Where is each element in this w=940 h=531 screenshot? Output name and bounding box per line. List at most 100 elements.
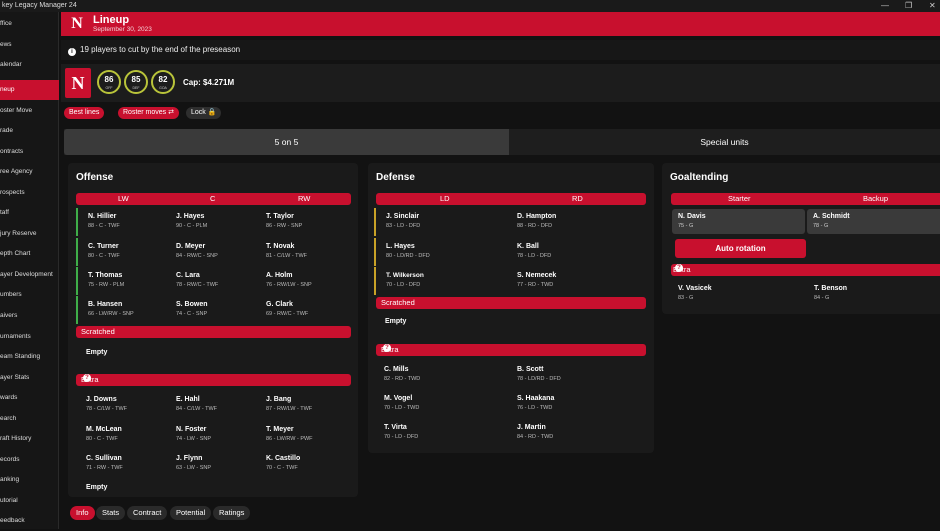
player-card[interactable]: J. Flynn 63 - LW - SNP xyxy=(166,450,256,478)
tab-info[interactable]: Info xyxy=(70,506,95,520)
player-card[interactable]: C. Mills 82 - RD - TWD xyxy=(374,361,507,389)
player-name: S. Nemecek xyxy=(517,272,557,279)
player-card[interactable]: K. Castillo 70 - C - TWF xyxy=(256,450,351,478)
player-card[interactable]: S. Haakana 76 - LD - TWD xyxy=(507,390,646,418)
team-logo-icon: N xyxy=(71,15,83,32)
minimize-button[interactable]: — xyxy=(881,0,889,12)
player-card[interactable]: M. Vogel 70 - LD - TWD xyxy=(374,390,507,418)
help-icon[interactable]: ? xyxy=(675,264,683,272)
close-button[interactable]: ✕ xyxy=(929,0,936,12)
auto-rotation-button[interactable]: Auto rotation xyxy=(675,239,806,258)
sidebar-item-trade[interactable]: rade xyxy=(0,121,59,141)
sidebar-item-office[interactable]: ffice xyxy=(0,14,59,34)
player-card[interactable]: J. Sinclair 83 - LD - DFD xyxy=(374,208,507,236)
player-card[interactable]: N. Hillier 88 - C - TWF xyxy=(76,208,166,236)
player-name: C. Mills xyxy=(384,366,409,373)
goaltending-extra-header: Extra? xyxy=(671,264,940,276)
player-card[interactable]: E. Hahl 84 - C/LW - TWF xyxy=(166,391,256,419)
offense-columns: LW C RW xyxy=(76,193,351,205)
sidebar-item-free-agency[interactable]: ree Agency xyxy=(0,162,59,182)
sidebar-item-team-standing[interactable]: eam Standing xyxy=(0,347,59,367)
cut-notice: i 19 players to cut by the end of the pre… xyxy=(61,40,940,60)
player-card[interactable]: T. Novak 81 - C/LW - TWF xyxy=(256,238,351,266)
sidebar-item-awards[interactable]: wards xyxy=(0,388,59,408)
backup-goalie-card[interactable]: A. Schmidt 78 - G xyxy=(807,209,940,234)
defense-rating-label: DEF xyxy=(132,86,140,90)
help-icon[interactable]: ? xyxy=(83,374,91,382)
help-icon[interactable]: ? xyxy=(383,344,391,352)
sidebar-item-feedback[interactable]: eedback xyxy=(0,511,59,531)
player-details: 86 - LW/RW - PWF xyxy=(266,436,313,442)
starter-goalie-card[interactable]: N. Davis 75 - G xyxy=(672,209,805,234)
sidebar-item-injury-reserve[interactable]: jury Reserve xyxy=(0,224,59,244)
col-rw: RW xyxy=(298,194,311,203)
best-lines-button[interactable]: Best lines xyxy=(64,107,105,119)
sidebar-item-search[interactable]: earch xyxy=(0,409,59,429)
sidebar-item-staff[interactable]: taff xyxy=(0,203,59,223)
cut-notice-text: 19 players to cut by the end of the pres… xyxy=(80,45,241,54)
player-card[interactable]: S. Nemecek 77 - RD - TWD xyxy=(507,267,646,295)
sidebar-item-tournaments[interactable]: urnaments xyxy=(0,327,59,347)
defense-rating-value: 85 xyxy=(131,75,141,84)
player-name: D. Hampton xyxy=(517,213,557,220)
player-card[interactable]: N. Foster 74 - LW - SNP xyxy=(166,421,256,449)
player-card[interactable]: B. Scott 78 - LD/RD - DFD xyxy=(507,361,646,389)
player-card[interactable]: A. Holm 76 - RW/LW - SNP xyxy=(256,267,351,295)
sidebar-item-player-stats[interactable]: ayer Stats xyxy=(0,368,59,388)
sidebar-item-news[interactable]: ews xyxy=(0,35,59,55)
sidebar-item-prospects[interactable]: rospects xyxy=(0,183,59,203)
lock-button[interactable]: Lock 🔒 xyxy=(186,107,222,119)
maximize-button[interactable]: ❐ xyxy=(905,0,912,12)
player-card[interactable]: C. Turner 80 - C - TWF xyxy=(76,238,166,266)
roster-moves-button[interactable]: Roster moves ⇄ xyxy=(118,107,179,119)
sidebar-item-ranking[interactable]: anking xyxy=(0,470,59,490)
tab-contract[interactable]: Contract xyxy=(127,506,168,520)
sidebar-item-draft-history[interactable]: raft History xyxy=(0,429,59,449)
player-card[interactable]: M. McLean 80 - C - TWF xyxy=(76,421,166,449)
player-name: J. Flynn xyxy=(176,455,203,462)
player-card[interactable]: S. Bowen 74 - C - SNP xyxy=(166,296,256,324)
player-card[interactable]: G. Clark 69 - RW/C - TWF xyxy=(256,296,351,324)
player-card[interactable]: T. Thomas 75 - RW - PLM xyxy=(76,267,166,295)
player-card[interactable]: T. Taylor 86 - RW - SNP xyxy=(256,208,351,236)
sidebar-item-contracts[interactable]: ontracts xyxy=(0,142,59,162)
player-card[interactable]: D. Hampton 88 - RD - DFD xyxy=(507,208,646,236)
player-card[interactable]: B. Hansen 66 - LW/RW - SNP xyxy=(76,296,166,324)
defense-extra-header: Extra? xyxy=(376,344,646,356)
sidebar-item-tutorial[interactable]: utorial xyxy=(0,491,59,511)
player-card[interactable]: J. Downs 78 - C/LW - TWF xyxy=(76,391,166,419)
sidebar-item-calendar[interactable]: alendar xyxy=(0,55,59,75)
player-card[interactable]: T. Virta 70 - LD - DFD xyxy=(374,419,507,447)
sidebar-item-lineup[interactable]: neup xyxy=(0,80,59,100)
player-card[interactable]: T. Benson 84 - G xyxy=(804,280,940,308)
player-card[interactable]: J. Hayes 90 - C - PLM xyxy=(166,208,256,236)
player-card[interactable]: K. Ball 78 - LD - DFD xyxy=(507,238,646,266)
player-details: 75 - G xyxy=(678,223,694,229)
tab-stats[interactable]: Stats xyxy=(96,506,126,520)
player-card[interactable]: V. Vasicek 83 - G xyxy=(668,280,801,308)
goaltending-columns: Starter Backup xyxy=(671,193,940,205)
sidebar-item-records[interactable]: ecords xyxy=(0,450,59,470)
page-date: September 30, 2023 xyxy=(93,26,152,33)
sidebar-item-depth-chart[interactable]: epth Chart xyxy=(0,244,59,264)
player-card[interactable]: J. Martin 84 - RD - TWD xyxy=(507,419,646,447)
sidebar-item-roster-move[interactable]: oster Move xyxy=(0,101,59,121)
defense-scratched-label: Scratched xyxy=(381,298,415,307)
player-card[interactable]: D. Meyer 84 - RW/C - SNP xyxy=(166,238,256,266)
player-card[interactable]: C. Sullivan 71 - RW - TWF xyxy=(76,450,166,478)
player-card[interactable]: L. Hayes 80 - LD/RD - DFD xyxy=(374,238,507,266)
player-details: 74 - LW - SNP xyxy=(176,436,212,442)
tab-potential[interactable]: Potential xyxy=(170,506,212,520)
sidebar-item-numbers[interactable]: umbers xyxy=(0,285,59,305)
player-details: 70 - LD - DFD xyxy=(384,434,419,440)
player-card[interactable]: T. Meyer 86 - LW/RW - PWF xyxy=(256,421,351,449)
sidebar-item-waivers[interactable]: aivers xyxy=(0,306,59,326)
player-card[interactable]: J. Bang 87 - RW/LW - TWF xyxy=(256,391,351,419)
tab-5-on-5[interactable]: 5 on 5 xyxy=(64,129,509,155)
player-card[interactable]: C. Lara 78 - RW/C - TWF xyxy=(166,267,256,295)
tab-ratings[interactable]: Ratings xyxy=(213,506,251,520)
player-card[interactable]: T. Wilkerson 70 - LD - DFD xyxy=(374,267,507,295)
sidebar-item-player-development[interactable]: ayer Development xyxy=(0,265,59,285)
team-logo: N xyxy=(65,68,91,98)
tab-special-units[interactable]: Special units xyxy=(509,129,940,155)
